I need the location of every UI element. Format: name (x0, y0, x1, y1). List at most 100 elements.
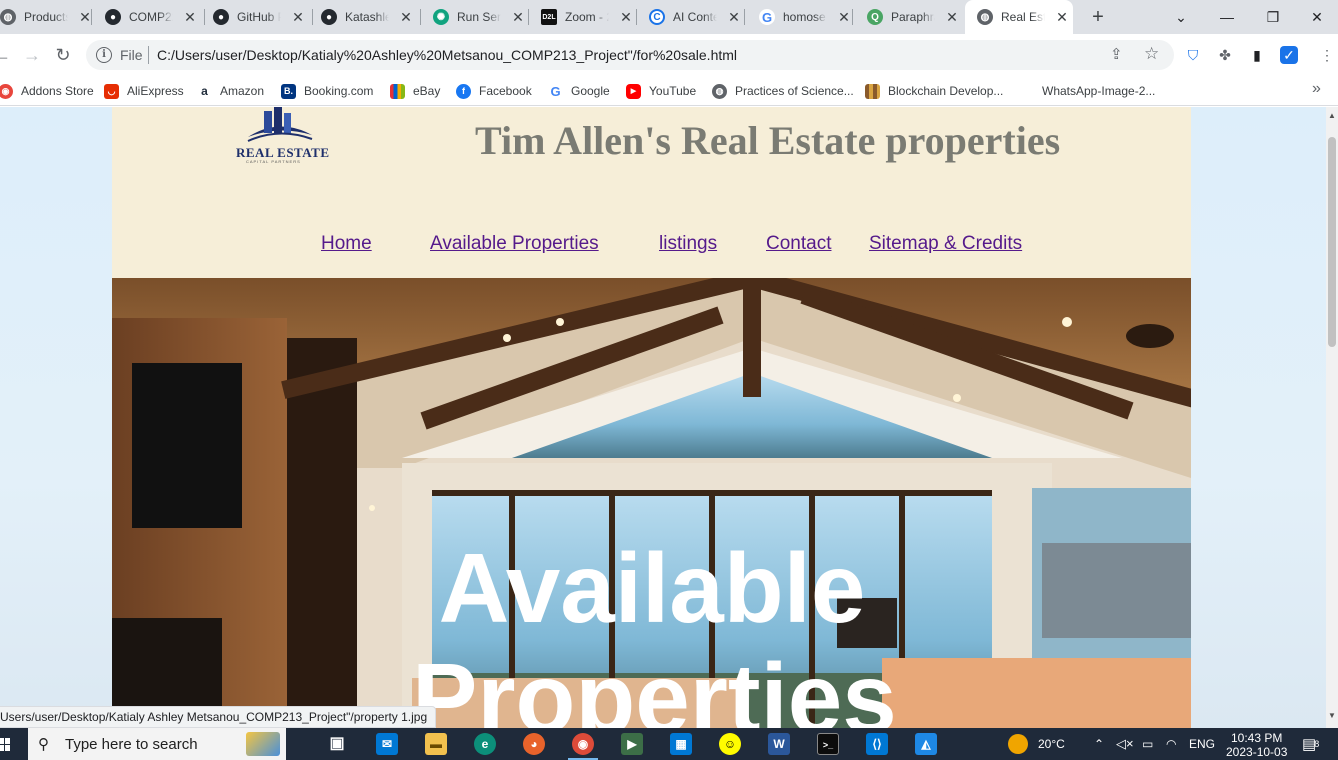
system-clock[interactable]: 10:43 PM 2023-10-03 (1226, 731, 1287, 759)
scroll-up-icon[interactable]: ▲ (1328, 111, 1336, 120)
close-icon[interactable]: ✕ (837, 9, 851, 26)
close-icon[interactable]: ✕ (399, 9, 413, 26)
nav-contact-link[interactable]: Contact (766, 233, 831, 255)
github-icon: ● (105, 9, 121, 25)
battery-icon[interactable]: ▭ (1142, 728, 1153, 760)
address-bar[interactable]: i File C:/Users/user/Desktop/Katialy%20A… (86, 40, 1174, 70)
close-icon[interactable]: ✕ (183, 9, 197, 26)
bookmark-ebay[interactable]: eBay (390, 82, 440, 100)
vscode-icon[interactable]: ⟨⟩ (866, 733, 888, 755)
photos-icon[interactable]: ◭ (915, 733, 937, 755)
snapchat-icon[interactable]: ☺ (719, 733, 741, 755)
globe-icon: ◍ (712, 83, 727, 99)
close-icon[interactable]: ✕ (945, 9, 959, 26)
bookmark-star-icon[interactable]: ☆ (1144, 44, 1159, 64)
tab-products[interactable]: ◍ Products ✕ (0, 0, 92, 34)
windows-start-icon[interactable] (0, 738, 10, 751)
copyleaks-icon: C (649, 9, 665, 25)
back-icon[interactable]: ← (0, 43, 14, 67)
close-window-icon[interactable]: ✕ (1294, 0, 1338, 34)
tab-run-serv[interactable]: ✺ Run Serv ✕ (421, 0, 529, 34)
tab-github[interactable]: ● GitHub P ✕ (205, 0, 313, 34)
tab-real-estate[interactable]: ◍ Real Esta ✕ (965, 0, 1073, 34)
language-indicator[interactable]: ENG (1189, 728, 1215, 760)
tab-ai-content[interactable]: C AI Conte ✕ (637, 0, 745, 34)
tray-chevron-icon[interactable]: ⌃ (1094, 728, 1104, 760)
page-title: Tim Allen's Real Estate properties (475, 118, 1061, 163)
nav-sitemap-credits-link[interactable]: Sitemap & Credits (869, 233, 1022, 255)
nav-available-properties-link[interactable]: Available Properties (430, 233, 599, 255)
task-view-icon[interactable]: ▣ (326, 733, 348, 755)
quillbot-icon: Q (867, 9, 883, 25)
bookmark-addons-store[interactable]: ◉ Addons Store (0, 82, 94, 100)
bookmark-facebook[interactable]: f Facebook (456, 82, 532, 100)
new-tab-button[interactable]: + (1086, 5, 1110, 29)
bookmark-practices-of-science[interactable]: ◍ Practices of Science... (712, 82, 854, 100)
bookmark-whatsapp-image[interactable]: WhatsApp-Image-2... (1042, 82, 1155, 100)
word-icon[interactable]: W (768, 733, 790, 755)
tab-comp22[interactable]: ● COMP22 ✕ (97, 0, 205, 34)
tab-katashle[interactable]: ● Katashle ✕ (313, 0, 421, 34)
taskbar-search[interactable]: ⚲ Type here to search (28, 728, 286, 760)
restore-icon[interactable]: ❐ (1250, 0, 1296, 34)
share-icon[interactable]: ⇪ (1110, 45, 1123, 63)
chrome-icon[interactable]: ◉ (568, 733, 598, 760)
store-icon[interactable]: ▦ (670, 733, 692, 755)
extensions-puzzle-icon[interactable]: ✤ (1216, 46, 1234, 64)
url-text[interactable]: C:/Users/user/Desktop/Katialy%20Ashley%2… (157, 47, 737, 63)
close-icon[interactable]: ✕ (1055, 9, 1069, 26)
bookmark-blockchain[interactable]: Blockchain Develop... (865, 82, 1003, 100)
search-highlight-icon (246, 732, 280, 756)
tab-paraphrase[interactable]: Q Paraphra ✕ (853, 0, 965, 34)
menu-icon[interactable]: ⋮ (1318, 46, 1336, 64)
bookmark-aliexpress[interactable]: ◡ AliExpress (104, 82, 184, 100)
facebook-icon: f (456, 83, 471, 99)
page-viewport: REAL ESTATE CAPITAL PARTNERS Tim Allen's… (0, 107, 1326, 728)
shield-extension-icon[interactable]: ⛉ (1184, 46, 1202, 64)
volume-icon[interactable]: ◁× (1116, 728, 1134, 760)
bookmark-booking[interactable]: B. Booking.com (281, 82, 373, 100)
reload-icon[interactable]: ↻ (51, 43, 75, 67)
d2l-icon: D2L (541, 9, 557, 25)
close-icon[interactable]: ✕ (78, 9, 92, 26)
bookmark-youtube[interactable]: ▶ YouTube (626, 82, 696, 100)
vertical-scrollbar[interactable]: ▲ ▼ (1326, 107, 1338, 728)
edge-icon[interactable]: e (474, 733, 496, 755)
google-icon: G (548, 83, 563, 99)
file-explorer-icon[interactable]: ▬ (425, 733, 447, 755)
info-icon[interactable]: i (96, 47, 112, 63)
tab-homose[interactable]: G homose ✕ (745, 0, 853, 34)
github-icon: ● (321, 9, 337, 25)
bookmark-google[interactable]: G Google (548, 82, 610, 100)
booking-icon: B. (281, 83, 296, 99)
scroll-down-icon[interactable]: ▼ (1328, 711, 1336, 720)
firefox-icon[interactable]: ◕ (523, 733, 545, 755)
tab-zoom[interactable]: D2L Zoom - 2 ✕ (529, 0, 637, 34)
profile-shield-icon[interactable]: ✓ (1280, 46, 1298, 64)
browser-toolbar: ← → ↻ i File C:/Users/user/Desktop/Katia… (0, 34, 1338, 76)
addons-icon: ◉ (0, 83, 13, 99)
site-header: REAL ESTATE CAPITAL PARTNERS Tim Allen's… (112, 107, 1191, 278)
terminal-icon[interactable]: >_ (817, 733, 839, 755)
forward-icon[interactable]: → (20, 43, 44, 67)
weather-widget[interactable]: 20°C (1008, 728, 1065, 760)
chevron-right-icon[interactable]: » (1312, 80, 1321, 98)
media-icon[interactable]: ▶ (621, 733, 643, 755)
scrollbar-thumb[interactable] (1328, 137, 1336, 347)
notifications-icon[interactable]: ▤ 8 (1302, 728, 1319, 760)
mail-icon[interactable]: ✉ (376, 733, 398, 755)
status-bubble: Users/user/Desktop/Katialy Ashley Metsan… (0, 706, 437, 728)
url-scheme: File (120, 47, 143, 63)
tab-search-icon[interactable]: ⌄ (1158, 0, 1204, 34)
bookmark-amazon[interactable]: a Amazon (197, 82, 264, 100)
close-icon[interactable]: ✕ (727, 9, 741, 26)
side-panel-icon[interactable]: ▮ (1248, 46, 1266, 64)
nav-home-link[interactable]: Home (321, 233, 372, 255)
minimize-icon[interactable]: — (1204, 0, 1250, 34)
wifi-icon[interactable]: ◠ (1166, 728, 1176, 760)
close-icon[interactable]: ✕ (511, 9, 525, 26)
close-icon[interactable]: ✕ (619, 9, 633, 26)
nav-listings-link[interactable]: listings (659, 233, 717, 255)
close-icon[interactable]: ✕ (291, 9, 305, 26)
search-placeholder: Type here to search (65, 736, 198, 753)
